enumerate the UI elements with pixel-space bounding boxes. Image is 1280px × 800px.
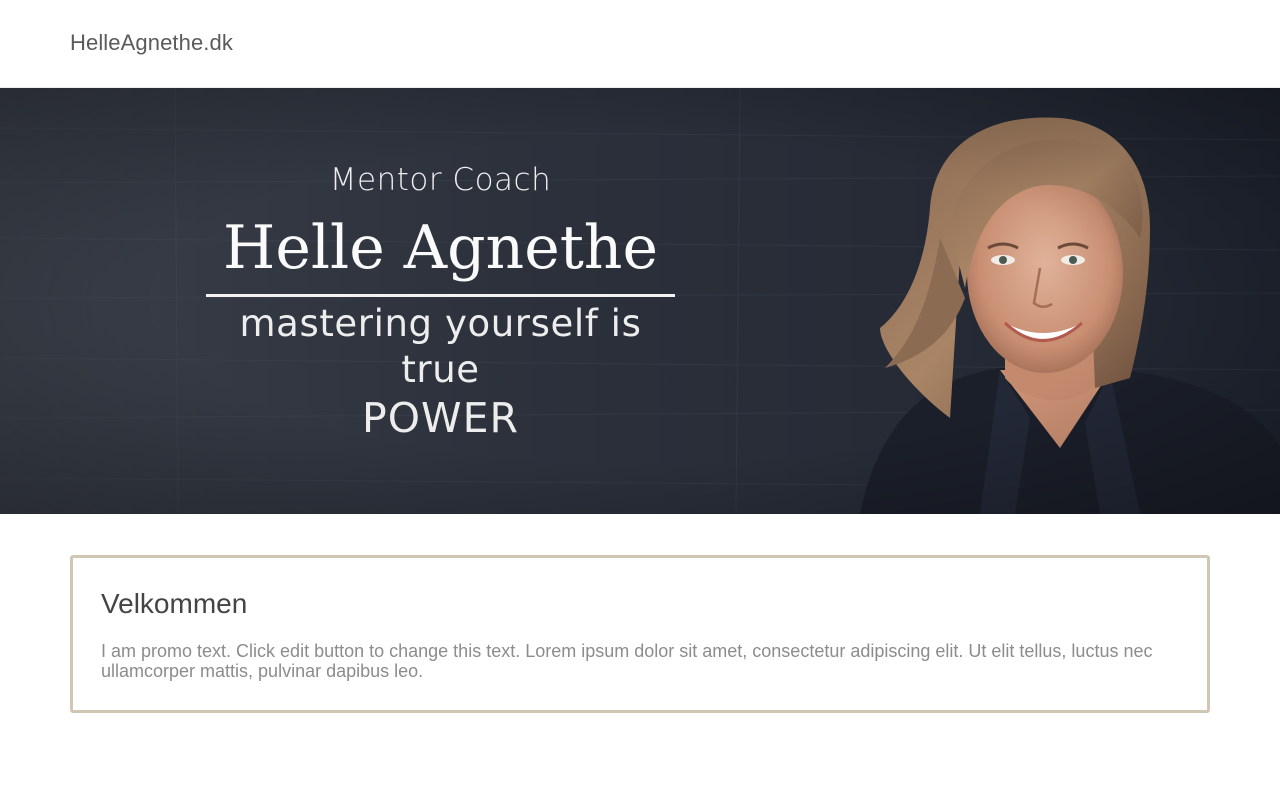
hero-divider	[206, 294, 675, 297]
hero-power: POWER	[362, 394, 519, 442]
site-header: HelleAgnethe.dk	[0, 0, 1280, 88]
hero-banner: Mentor Coach Helle Agnethe mastering you…	[0, 88, 1280, 514]
hero-text-block: Mentor Coach Helle Agnethe mastering you…	[205, 148, 676, 443]
hero-name: Helle Agnethe	[223, 213, 658, 283]
promo-box: Velkommen I am promo text. Click edit bu…	[70, 555, 1210, 713]
promo-text: I am promo text. Click edit button to ch…	[101, 641, 1153, 681]
hero-kicker: Mentor Coach	[329, 162, 552, 198]
promo-heading: Velkommen	[101, 588, 248, 619]
hero-tagline: mastering yourself is true	[239, 302, 642, 391]
site-title-link[interactable]: HelleAgnethe.dk	[70, 30, 233, 56]
